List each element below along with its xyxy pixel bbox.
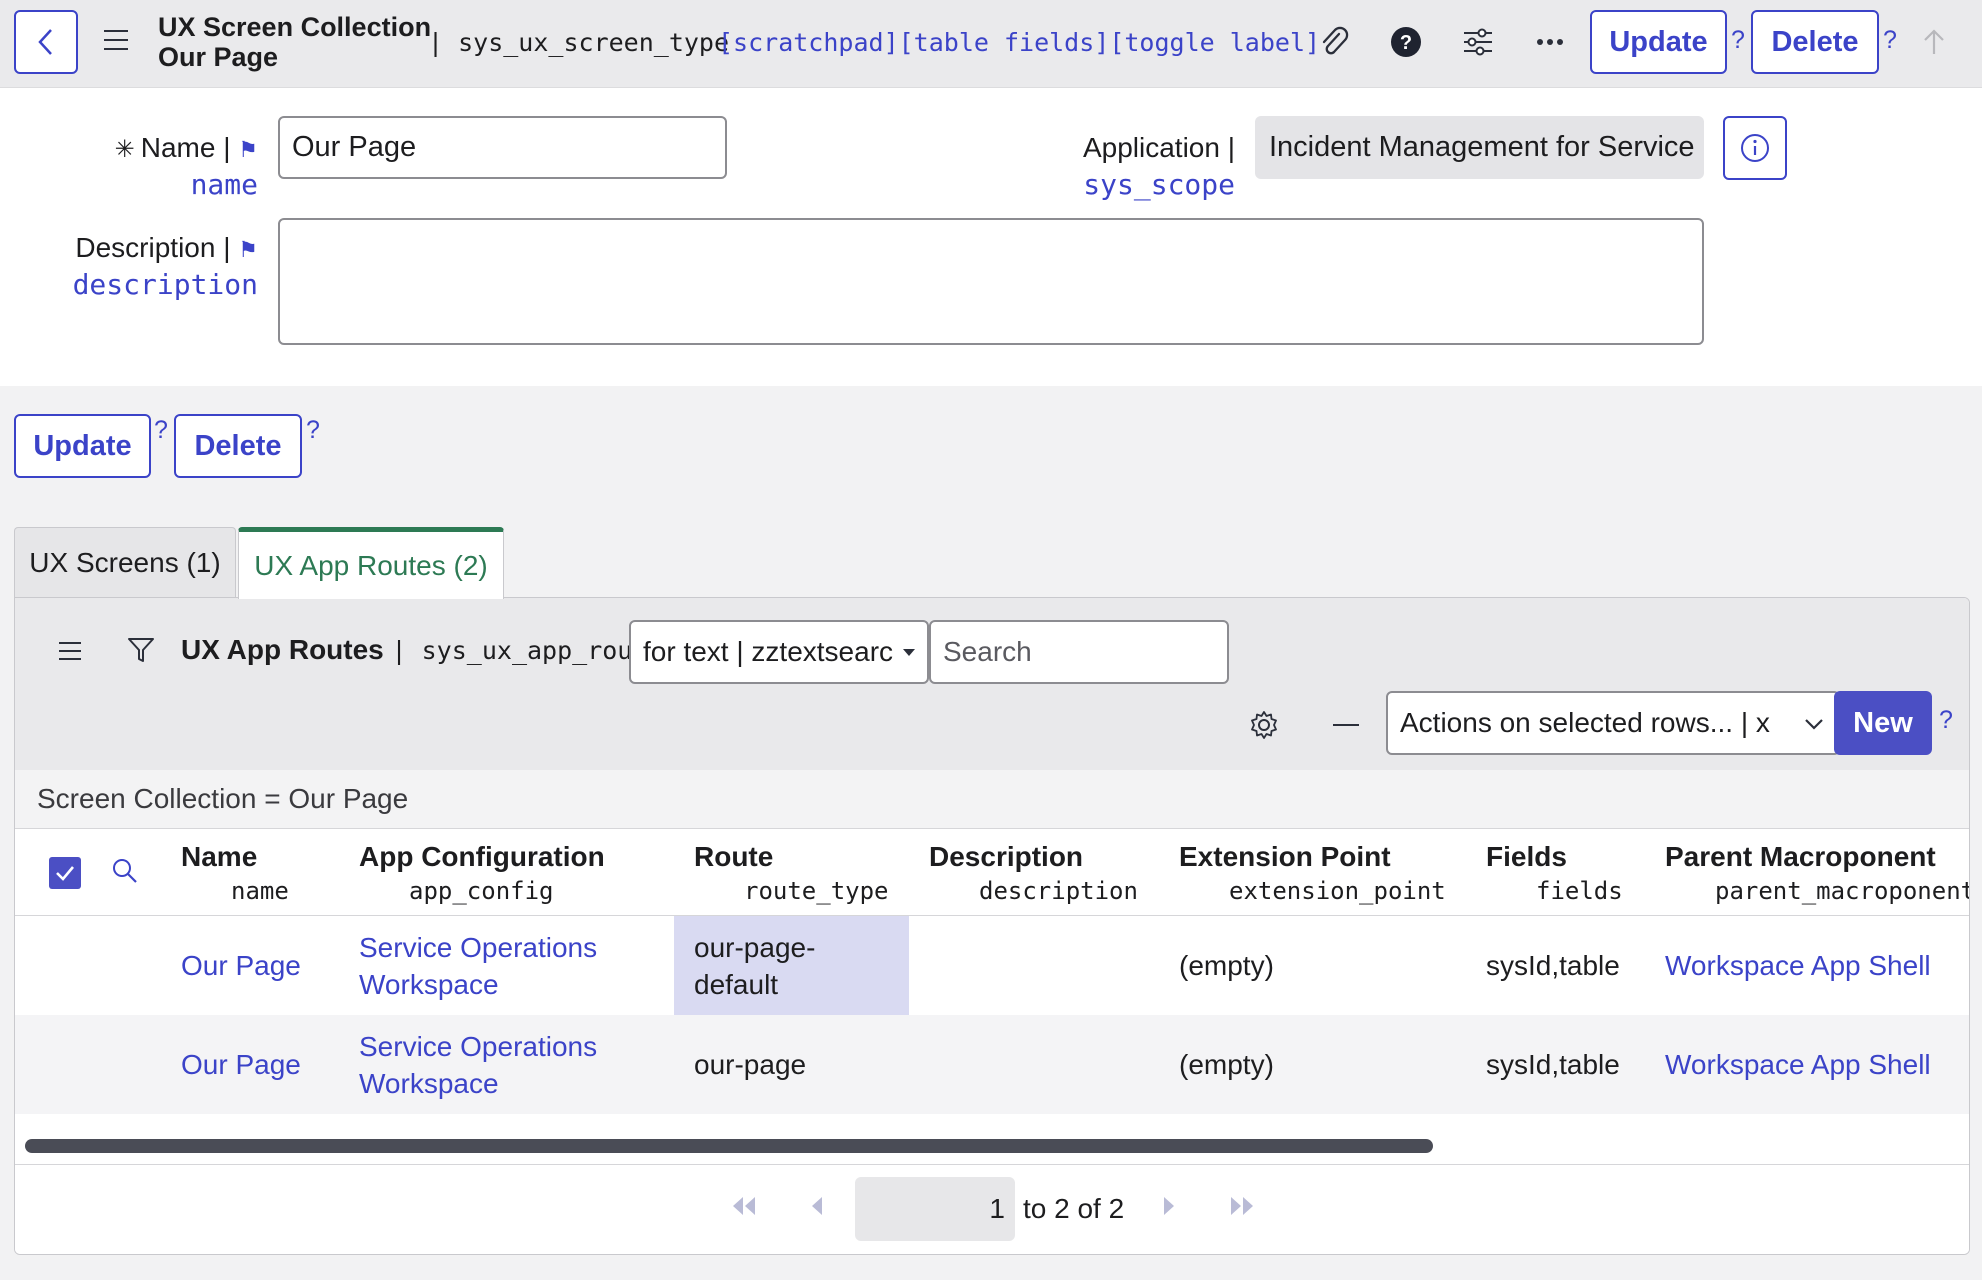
row-name-link[interactable]: Our Page bbox=[181, 1015, 301, 1114]
next-page-icon[interactable] bbox=[1161, 1195, 1177, 1224]
filter-breadcrumb[interactable]: Screen Collection = Our Page bbox=[15, 770, 1969, 828]
gear-icon[interactable] bbox=[1249, 710, 1279, 745]
application-field-name: sys_scope bbox=[1083, 168, 1235, 201]
new-help-mark[interactable]: ? bbox=[1939, 706, 1953, 735]
update-help-mark[interactable]: ? bbox=[154, 416, 168, 445]
update-button[interactable]: Update bbox=[14, 414, 151, 478]
header-debug-links[interactable]: [scratchpad][table fields][toggle label] bbox=[718, 28, 1320, 57]
search-field-select[interactable]: for text | zztextsearc bbox=[629, 620, 929, 684]
update-help-mark[interactable]: ? bbox=[1731, 26, 1745, 55]
form-header: UX Screen Collection Our Page | sys_ux_s… bbox=[0, 0, 1982, 88]
column-header-description[interactable]: Description description bbox=[929, 841, 1138, 905]
check-icon bbox=[56, 866, 74, 881]
delete-help-mark[interactable]: ? bbox=[1883, 26, 1897, 55]
required-icon: ✳ bbox=[114, 136, 135, 163]
back-button[interactable] bbox=[14, 10, 78, 74]
name-field-label: ✳ Name | ⚑ bbox=[114, 132, 258, 163]
record-form: ✳ Name | ⚑ name Our Page Description | ⚑ … bbox=[0, 88, 1982, 386]
list-table-name: | sys_ux_app_route bbox=[391, 636, 663, 665]
row-app-config-link[interactable]: Service Operations Workspace bbox=[359, 916, 597, 1015]
column-search-icon[interactable] bbox=[111, 857, 139, 890]
row-parent-link[interactable]: Workspace App Shell bbox=[1665, 1015, 1931, 1114]
settings-sliders-icon[interactable] bbox=[1460, 24, 1496, 60]
description-textarea[interactable] bbox=[278, 218, 1704, 345]
row-fields-cell[interactable]: sysId,table bbox=[1486, 1015, 1620, 1114]
row-name-link[interactable]: Our Page bbox=[181, 916, 301, 1015]
row-route-cell[interactable]: our-page-default bbox=[674, 916, 909, 1015]
table-row: Our Page Service Operations Workspace our… bbox=[15, 916, 1969, 1015]
application-readonly-field: Incident Management for Service C bbox=[1255, 116, 1704, 179]
column-header-app-config[interactable]: App Configuration app_config bbox=[359, 841, 605, 905]
header-table-name: | sys_ux_screen_type bbox=[428, 28, 730, 57]
search-input[interactable]: Search bbox=[929, 620, 1229, 684]
row-parent-link[interactable]: Workspace App Shell bbox=[1665, 916, 1931, 1015]
name-field-name: name bbox=[190, 168, 258, 201]
info-icon bbox=[1741, 134, 1769, 162]
page-title: UX Screen Collection Our Page bbox=[158, 12, 431, 72]
page-number-input[interactable]: 1 bbox=[855, 1177, 1015, 1241]
description-field-name: description bbox=[72, 268, 258, 301]
help-icon[interactable]: ? bbox=[1388, 24, 1424, 60]
paperclip-icon[interactable] bbox=[1316, 24, 1352, 60]
row-app-config-link[interactable]: Service Operations Workspace bbox=[359, 1015, 597, 1114]
column-header-route[interactable]: Route route_type bbox=[694, 841, 889, 905]
chevron-down-icon bbox=[1805, 719, 1823, 730]
actions-select[interactable]: Actions on selected rows... | x bbox=[1386, 691, 1840, 755]
title-record-name: Our Page bbox=[158, 42, 279, 72]
list-toolbar: UX App Routes | sys_ux_app_route for tex… bbox=[15, 598, 1969, 770]
previous-page-icon[interactable] bbox=[809, 1195, 825, 1224]
header-delete-button[interactable]: Delete bbox=[1751, 10, 1879, 74]
filter-icon[interactable] bbox=[127, 636, 155, 669]
list-menu-icon[interactable] bbox=[59, 642, 81, 660]
row-fields-cell[interactable]: sysId,table bbox=[1486, 916, 1620, 1015]
column-header-parent-macroponent[interactable]: Parent Macroponent parent_macroponent bbox=[1665, 841, 1969, 905]
arrow-up-icon[interactable] bbox=[1916, 24, 1952, 60]
row-extension-point-cell[interactable]: (empty) bbox=[1179, 1015, 1274, 1114]
hamburger-menu-icon[interactable] bbox=[104, 30, 128, 50]
description-field-label: Description | ⚑ bbox=[75, 232, 258, 263]
column-header-fields[interactable]: Fields fields bbox=[1486, 841, 1623, 905]
flag-icon: ⚑ bbox=[238, 137, 258, 162]
row-extension-point-cell[interactable]: (empty) bbox=[1179, 916, 1274, 1015]
name-input[interactable]: Our Page bbox=[278, 116, 727, 179]
new-button[interactable]: New bbox=[1834, 691, 1932, 755]
tab-ux-app-routes[interactable]: UX App Routes (2) bbox=[238, 527, 504, 599]
horizontal-scrollbar[interactable] bbox=[25, 1139, 1433, 1153]
flag-icon: ⚑ bbox=[238, 237, 258, 262]
list-title: UX App Routes | sys_ux_app_route bbox=[181, 634, 663, 665]
last-page-icon[interactable] bbox=[1229, 1195, 1257, 1224]
header-update-button[interactable]: Update bbox=[1590, 10, 1727, 74]
collapse-icon[interactable] bbox=[1333, 724, 1359, 726]
column-header-name[interactable]: Name name bbox=[181, 841, 289, 905]
caret-down-icon bbox=[903, 649, 915, 656]
pagination: 1 to 2 of 2 bbox=[15, 1164, 1969, 1254]
column-header-extension-point[interactable]: Extension Point extension_point bbox=[1179, 841, 1446, 905]
svg-text:?: ? bbox=[1400, 32, 1412, 54]
related-list-panel: UX App Routes | sys_ux_app_route for tex… bbox=[14, 597, 1970, 1255]
delete-button[interactable]: Delete bbox=[174, 414, 302, 478]
table-row: Our Page Service Operations Workspace our… bbox=[15, 1015, 1969, 1114]
first-page-icon[interactable] bbox=[729, 1195, 757, 1224]
page-range-text: to 2 of 2 bbox=[1023, 1193, 1125, 1224]
select-all-checkbox[interactable] bbox=[49, 857, 81, 889]
application-field-label: Application | bbox=[1082, 132, 1235, 163]
title-table-label: UX Screen Collection bbox=[158, 12, 432, 42]
application-info-button[interactable] bbox=[1723, 116, 1787, 180]
chevron-left-icon bbox=[38, 29, 52, 55]
table-header: Name name App Configuration app_config Rou… bbox=[15, 828, 1969, 916]
tab-ux-screens[interactable]: UX Screens (1) bbox=[14, 527, 236, 597]
delete-help-mark[interactable]: ? bbox=[306, 416, 320, 445]
row-route-cell[interactable]: our-page bbox=[694, 1015, 806, 1114]
more-options-icon[interactable] bbox=[1532, 24, 1568, 60]
